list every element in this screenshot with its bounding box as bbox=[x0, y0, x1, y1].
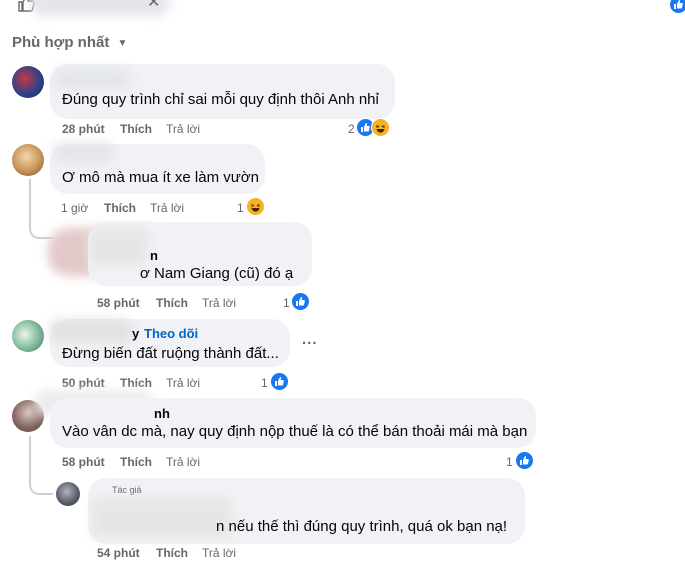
thread-connector bbox=[29, 220, 53, 239]
avatar[interactable] bbox=[12, 144, 44, 176]
blurred-author-name bbox=[50, 319, 132, 343]
author-badge: Tác giả bbox=[112, 485, 142, 495]
thread-line bbox=[29, 436, 31, 482]
like-button[interactable]: Thích bbox=[120, 376, 152, 390]
close-icon[interactable]: ✕ bbox=[147, 0, 160, 12]
reaction-count[interactable]: 1 bbox=[506, 455, 513, 469]
comment-time[interactable]: 58 phút bbox=[62, 455, 105, 469]
thread-connector bbox=[29, 479, 53, 495]
comment-time[interactable]: 1 giờ bbox=[61, 201, 88, 215]
follow-link[interactable]: Theo dõi bbox=[144, 326, 198, 341]
comment-bubble: Tác giả n nếu thế thì đúng quy trình, qu… bbox=[88, 478, 525, 544]
blurred-author-name bbox=[88, 228, 148, 266]
like-button[interactable]: Thích bbox=[156, 546, 188, 560]
like-button[interactable]: Thích bbox=[120, 455, 152, 469]
comment-time[interactable]: 28 phút bbox=[62, 122, 105, 136]
reply-button[interactable]: Trả lời bbox=[202, 546, 236, 560]
reaction-count[interactable]: 1 bbox=[261, 376, 268, 390]
reaction-count[interactable]: 1 bbox=[237, 201, 244, 215]
reaction-count[interactable]: 2 bbox=[348, 122, 355, 136]
comment-bubble: n ơ Nam Giang (cũ) đó ạ bbox=[88, 222, 312, 286]
blurred-author-name bbox=[52, 142, 114, 164]
comment-text: Đúng quy trình chỉ sai mỗi quy định thôi… bbox=[62, 91, 379, 108]
like-reaction-icon[interactable] bbox=[515, 451, 534, 470]
reply-button[interactable]: Trả lời bbox=[150, 201, 184, 215]
thread-line bbox=[29, 179, 31, 223]
haha-reaction-icon[interactable] bbox=[246, 197, 265, 216]
comment-text: Ơ mô mà mua ít xe làm vườn bbox=[62, 169, 259, 186]
blurred-author-name bbox=[92, 498, 232, 538]
like-button[interactable]: Thích bbox=[104, 201, 136, 215]
reply-button[interactable]: Trả lời bbox=[166, 376, 200, 390]
comment-time[interactable]: 54 phút bbox=[97, 546, 140, 560]
reaction-count[interactable]: 1 bbox=[283, 296, 290, 310]
like-button[interactable]: Thích bbox=[156, 296, 188, 310]
comment-text: Vào vân dc mà, nay quy định nộp thuế là … bbox=[62, 423, 528, 440]
comment-bubble: y Theo dõi Đừng biến đất ruộng thành đất… bbox=[50, 319, 290, 367]
comment-text: n nếu thế thì đúng quy trình, quá ok bạn… bbox=[216, 518, 508, 535]
avatar[interactable] bbox=[56, 482, 80, 506]
avatar[interactable] bbox=[12, 320, 44, 352]
avatar[interactable] bbox=[12, 66, 44, 98]
comment-bubble: nh Vào vân dc mà, nay quy định nộp thuế … bbox=[50, 398, 536, 448]
author-name[interactable]: n bbox=[150, 248, 158, 263]
sort-dropdown[interactable]: Phù hợp nhất ▼ bbox=[12, 34, 127, 51]
like-reaction-icon bbox=[669, 0, 685, 14]
reply-button[interactable]: Trả lời bbox=[202, 296, 236, 310]
comment-time[interactable]: 50 phút bbox=[62, 376, 105, 390]
haha-reaction-icon[interactable] bbox=[371, 118, 390, 137]
comment-bubble: Ơ mô mà mua ít xe làm vườn bbox=[50, 142, 265, 194]
blurred-author-name bbox=[52, 68, 132, 90]
comment-text: ơ Nam Giang (cũ) đó ạ bbox=[140, 265, 294, 282]
reply-button[interactable]: Trả lời bbox=[166, 455, 200, 469]
comment-bubble: Đúng quy trình chỉ sai mỗi quy định thôi… bbox=[50, 64, 395, 119]
comment-text: Đừng biến đất ruộng thành đất... bbox=[62, 345, 279, 362]
like-reaction-icon[interactable] bbox=[270, 372, 289, 391]
like-reaction-icon[interactable] bbox=[291, 292, 310, 311]
reply-button[interactable]: Trả lời bbox=[166, 122, 200, 136]
author-name[interactable]: nh bbox=[154, 406, 170, 421]
like-button[interactable]: Thích bbox=[120, 122, 152, 136]
more-options-button[interactable]: ... bbox=[302, 331, 318, 348]
sort-label: Phù hợp nhất bbox=[12, 34, 110, 51]
author-name[interactable]: y bbox=[132, 326, 139, 341]
caret-down-icon: ▼ bbox=[117, 38, 128, 49]
comment-time[interactable]: 58 phút bbox=[97, 296, 140, 310]
